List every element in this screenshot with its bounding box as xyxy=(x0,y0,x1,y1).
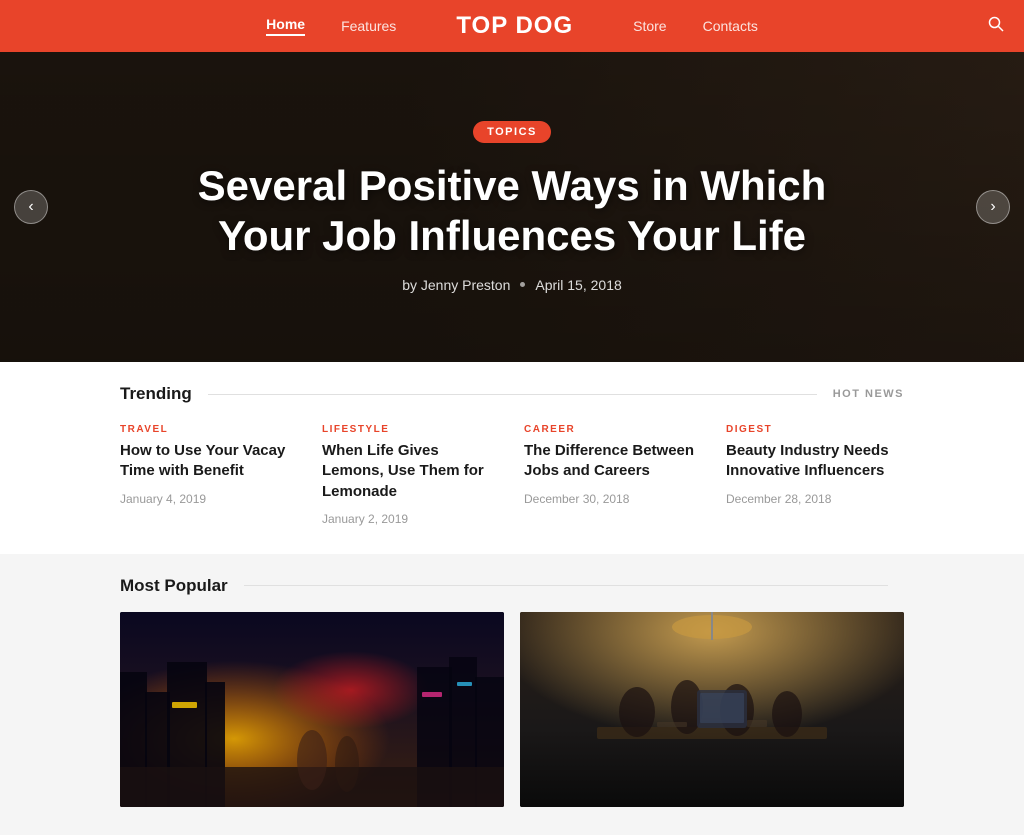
popular-section: Most Popular xyxy=(0,554,1024,835)
trending-item-title-4[interactable]: Beauty Industry Needs Innovative Influen… xyxy=(726,441,904,482)
trending-item-title-1[interactable]: How to Use Your Vacay Time with Benefit xyxy=(120,441,298,482)
site-logo: TOP DOG xyxy=(456,12,573,40)
city-image xyxy=(120,612,504,807)
popular-title: Most Popular xyxy=(120,576,228,596)
trending-category-4: DIGEST xyxy=(726,424,904,435)
trending-item-1: TRAVEL How to Use Your Vacay Time with B… xyxy=(120,424,298,526)
hero-content: TOPICS Several Positive Ways in Which Yo… xyxy=(162,121,862,292)
trending-date-1: January 4, 2019 xyxy=(120,492,298,506)
hero-meta-dot xyxy=(520,282,525,287)
office-image xyxy=(520,612,904,807)
trending-date-4: December 28, 2018 xyxy=(726,492,904,506)
trending-grid: TRAVEL How to Use Your Vacay Time with B… xyxy=(120,424,904,526)
popular-header: Most Popular xyxy=(120,576,904,596)
chevron-left-icon: ‹ xyxy=(28,198,33,216)
trending-date-3: December 30, 2018 xyxy=(524,492,702,506)
trending-category-2: LIFESTYLE xyxy=(322,424,500,435)
trending-header: Trending HOT NEWS xyxy=(120,384,904,404)
search-icon[interactable] xyxy=(988,16,1004,37)
nav-home[interactable]: Home xyxy=(266,16,305,36)
trending-item-title-2[interactable]: When Life Gives Lemons, Use Them for Lem… xyxy=(322,441,500,502)
trending-category-3: CAREER xyxy=(524,424,702,435)
nav-store[interactable]: Store xyxy=(633,18,666,34)
popular-divider xyxy=(244,585,888,586)
popular-grid xyxy=(120,612,904,807)
header: Home Features TOP DOG Store Contacts xyxy=(0,0,1024,52)
hero-title: Several Positive Ways in Which Your Job … xyxy=(182,161,842,260)
trending-date-2: January 2, 2019 xyxy=(322,512,500,526)
trending-divider xyxy=(208,394,817,395)
hero-author: by Jenny Preston xyxy=(402,277,510,293)
popular-card-2[interactable] xyxy=(520,612,904,807)
hero-next-button[interactable]: › xyxy=(976,190,1010,224)
trending-item-title-3[interactable]: The Difference Between Jobs and Careers xyxy=(524,441,702,482)
hot-news-label: HOT NEWS xyxy=(833,388,904,400)
trending-section: Trending HOT NEWS TRAVEL How to Use Your… xyxy=(0,362,1024,554)
hero-section: ‹ TOPICS Several Positive Ways in Which … xyxy=(0,52,1024,362)
hero-date: April 15, 2018 xyxy=(535,277,621,293)
hero-meta: by Jenny Preston April 15, 2018 xyxy=(182,277,842,293)
nav-features[interactable]: Features xyxy=(341,18,396,34)
nav-contacts[interactable]: Contacts xyxy=(703,18,758,34)
trending-title: Trending xyxy=(120,384,192,404)
hero-badge[interactable]: TOPICS xyxy=(473,121,551,143)
trending-item-4: DIGEST Beauty Industry Needs Innovative … xyxy=(726,424,904,526)
hero-prev-button[interactable]: ‹ xyxy=(14,190,48,224)
trending-item-2: LIFESTYLE When Life Gives Lemons, Use Th… xyxy=(322,424,500,526)
trending-category-1: TRAVEL xyxy=(120,424,298,435)
popular-card-1[interactable] xyxy=(120,612,504,807)
trending-item-3: CAREER The Difference Between Jobs and C… xyxy=(524,424,702,526)
chevron-right-icon: › xyxy=(990,198,995,216)
main-nav: Home Features TOP DOG Store Contacts xyxy=(266,12,758,40)
